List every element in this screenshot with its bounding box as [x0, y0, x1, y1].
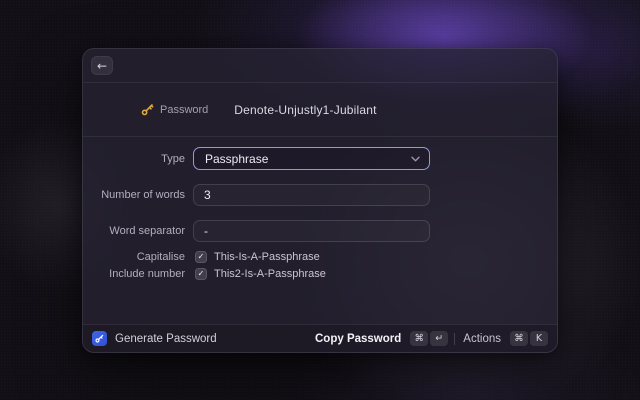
- type-row: Type Passphrase: [83, 147, 557, 170]
- checkmark-icon: ✓: [197, 252, 205, 261]
- word-separator-label: Word separator: [109, 225, 185, 237]
- number-of-words-input[interactable]: [193, 184, 430, 206]
- password-summary-row: Password Denote-Unjustly1-Jubilant: [83, 83, 557, 137]
- password-app-icon: [92, 331, 107, 346]
- return-key-badge: ↵: [430, 331, 449, 346]
- actions-button[interactable]: Actions: [463, 333, 501, 345]
- copy-password-button[interactable]: Copy Password: [315, 333, 401, 345]
- word-separator-row: Word separator: [83, 220, 557, 242]
- action-bar: Generate Password Copy Password ⌘ ↵ Acti…: [83, 324, 557, 352]
- action-bar-right: Copy Password ⌘ ↵ Actions ⌘ K: [315, 331, 548, 346]
- include-number-row: Include number ✓ This2-Is-A-Passphrase: [83, 268, 557, 280]
- cmd-key-badge: ⌘: [510, 331, 528, 346]
- capitalise-checkbox[interactable]: ✓: [195, 251, 207, 263]
- capitalise-row: Capitalise ✓ This-Is-A-Passphrase: [83, 251, 557, 263]
- generated-password-value: Denote-Unjustly1-Jubilant: [234, 102, 377, 117]
- back-arrow-icon: ←: [96, 58, 108, 73]
- desktop-background: ← Password Denote-Unjustly1-Jubilant Typ…: [0, 0, 640, 400]
- key-icon: [141, 104, 154, 116]
- extension-title: Generate Password: [115, 332, 217, 345]
- word-separator-input[interactable]: [193, 220, 430, 242]
- type-select[interactable]: Passphrase: [193, 147, 430, 170]
- action-bar-left: Generate Password: [92, 331, 217, 346]
- capitalise-preview-text: This-Is-A-Passphrase: [214, 251, 320, 263]
- checkmark-icon: ✓: [197, 269, 205, 278]
- password-options-form: Type Passphrase Number of words Word sep…: [83, 137, 557, 324]
- chevron-down-icon: [411, 156, 420, 161]
- type-label: Type: [161, 152, 185, 165]
- generate-password-window: ← Password Denote-Unjustly1-Jubilant Typ…: [82, 48, 558, 353]
- include-number-checkbox[interactable]: ✓: [195, 268, 207, 280]
- summary-label: Password: [160, 103, 209, 116]
- capitalise-label: Capitalise: [136, 251, 185, 263]
- footer-divider: [454, 332, 456, 345]
- number-of-words-row: Number of words: [83, 184, 557, 206]
- back-button[interactable]: ←: [91, 56, 113, 75]
- number-of-words-label: Number of words: [101, 189, 185, 201]
- k-key-badge: K: [530, 331, 548, 346]
- include-number-label: Include number: [109, 268, 185, 280]
- include-number-preview-text: This2-Is-A-Passphrase: [214, 268, 326, 280]
- window-header: ←: [83, 49, 557, 83]
- cmd-key-badge: ⌘: [410, 331, 429, 346]
- type-select-value: Passphrase: [205, 151, 269, 166]
